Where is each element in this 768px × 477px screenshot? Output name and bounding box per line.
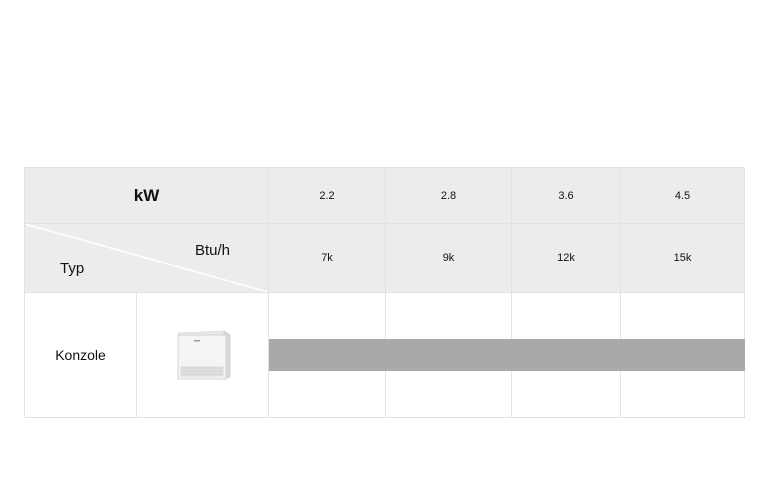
- btu-label: Btu/h: [195, 242, 231, 259]
- kw-value: 2.2: [319, 189, 335, 202]
- btu-value-cell: 15k: [621, 224, 745, 293]
- type-name: Konzole: [55, 347, 106, 363]
- kw-value: 3.6: [558, 189, 574, 202]
- kw-header: kW: [25, 168, 269, 224]
- btu-value: 9k: [442, 252, 455, 264]
- btu-value-cell: 7k: [269, 224, 386, 293]
- kw-value-cell: 4.5: [621, 168, 745, 224]
- kw-value-cell: 2.8: [386, 168, 512, 224]
- capacity-range-bar: [269, 339, 745, 371]
- type-label: Typ: [60, 260, 85, 277]
- console-unit-icon: [176, 330, 231, 380]
- btu-value-cell: 12k: [512, 224, 621, 293]
- kw-value-cell: 3.6: [512, 168, 621, 224]
- capacity-table: kW 2.2 2.8 3.6 4.5 Btu/h Typ 7k 9k 12k 1…: [24, 167, 745, 418]
- diagonal-line: [25, 224, 268, 292]
- type-name-cell: Konzole: [25, 293, 137, 418]
- type-image-cell: [137, 293, 269, 418]
- btu-value: 7k: [321, 252, 333, 264]
- diagonal-header: Btu/h Typ: [25, 224, 269, 293]
- kw-value-cell: 2.2: [269, 168, 386, 224]
- kw-label: kW: [133, 185, 160, 205]
- kw-value: 2.8: [440, 189, 457, 202]
- btu-value: 15k: [673, 252, 692, 264]
- btu-value: 12k: [557, 252, 575, 264]
- kw-value: 4.5: [674, 189, 691, 202]
- btu-value-cell: 9k: [386, 224, 512, 293]
